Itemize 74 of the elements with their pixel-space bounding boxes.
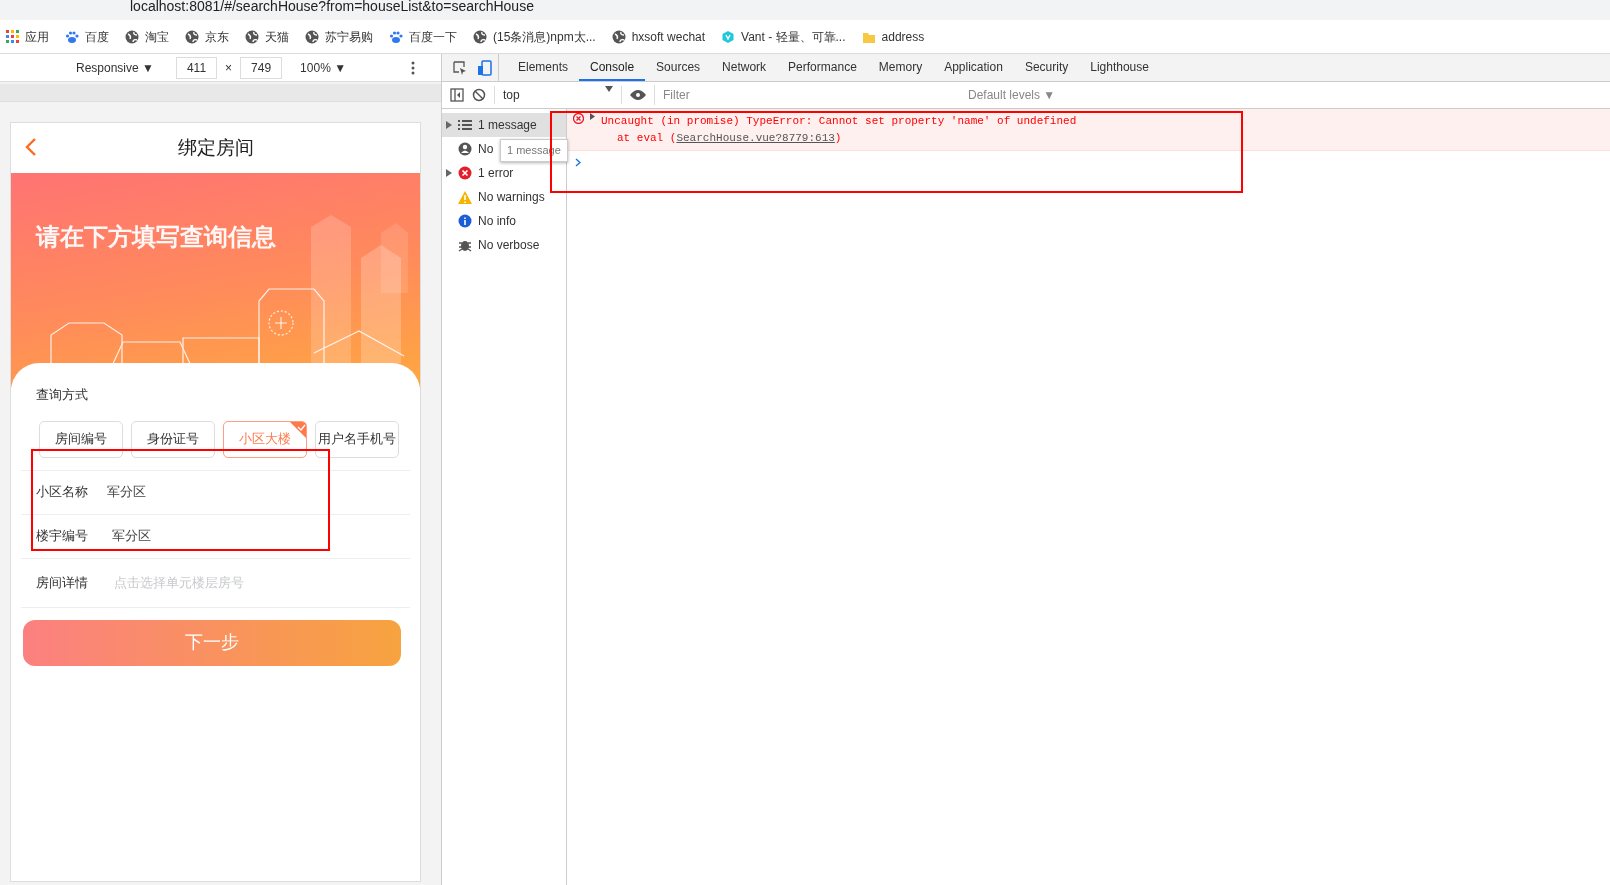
banner-heading: 请在下方填写查询信息 <box>36 222 276 252</box>
bookmark-link[interactable]: address <box>861 27 925 46</box>
globe-icon <box>611 29 626 44</box>
bookmark-link[interactable]: 淘宝 <box>125 27 169 46</box>
bookmark-link[interactable]: 苏宁易购 <box>305 27 373 46</box>
expand-arrow-icon <box>446 121 452 129</box>
more-options-icon[interactable] <box>411 60 415 75</box>
log-levels-dropdown[interactable]: Default levels ▼ <box>968 86 1056 104</box>
device-toggle-icon[interactable] <box>477 59 493 76</box>
globe-icon <box>245 29 259 44</box>
page-title: 绑定房间 <box>177 136 254 160</box>
checkmark-icon <box>289 421 306 439</box>
bookmark-link[interactable]: 天猫 <box>245 27 289 46</box>
list-icon <box>458 120 472 130</box>
query-tab[interactable]: 身份证号 <box>131 420 215 458</box>
eye-icon[interactable] <box>630 90 646 100</box>
globe-icon <box>305 29 319 44</box>
globe-icon <box>125 29 139 44</box>
sidebar-toggle-icon[interactable] <box>450 88 464 102</box>
devtools-tab[interactable]: Sources <box>645 54 712 81</box>
bookmark-link[interactable]: (15条消息)npm太... <box>473 27 596 46</box>
field-label: 小区名称 <box>35 483 89 502</box>
error-message: Uncaught (in promise) TypeError: Cannot set property 'name' of undefined <box>601 114 1077 129</box>
devtools-tab[interactable]: Performance <box>777 54 868 81</box>
devtools-tab[interactable]: Security <box>1013 54 1080 81</box>
console-filter-item[interactable]: 1 error <box>442 161 566 185</box>
bookmark-link[interactable]: 百度一下 <box>389 27 457 46</box>
devtools-tab[interactable]: Application <box>933 54 1014 81</box>
console-filter-item[interactable]: 1 message <box>442 113 566 137</box>
section-label: 查询方式 <box>36 386 89 404</box>
devtools-tab[interactable]: Memory <box>867 54 934 81</box>
query-tab[interactable]: 用户名手机号 <box>315 420 399 458</box>
field-label: 楼宇编号 <box>35 527 89 546</box>
field-label: 房间详情 <box>35 573 89 592</box>
devtools-tab[interactable]: Elements <box>507 54 580 81</box>
console-filter-item[interactable]: No info <box>442 209 566 233</box>
paw-icon <box>65 29 79 44</box>
width-field[interactable]: 411 <box>175 56 218 79</box>
times-sign: × <box>225 59 233 77</box>
field-value[interactable]: 军分区 <box>112 526 151 546</box>
devtools-tab[interactable]: Network <box>711 54 778 81</box>
globe-icon <box>473 29 487 44</box>
paw-icon <box>389 29 403 44</box>
bookmark-link[interactable]: Vant - 轻量、可靠... <box>721 27 846 46</box>
expand-arrow-icon <box>446 169 452 177</box>
height-field[interactable]: 749 <box>240 56 283 79</box>
bookmark-link[interactable]: 应用 <box>6 27 49 46</box>
hexagon-logo-icon <box>721 29 736 44</box>
context-selector[interactable]: top <box>494 86 622 104</box>
bookmark-link[interactable]: 京东 <box>185 27 229 46</box>
warning-icon <box>458 190 472 204</box>
source-link[interactable]: SearchHouse.vue?8779:613 <box>676 131 835 144</box>
clear-console-icon[interactable] <box>472 88 486 102</box>
field-value[interactable]: 军分区 <box>107 482 146 502</box>
zoom-dropdown[interactable]: 100% ▼ <box>300 58 346 77</box>
devtools-tab[interactable]: Lighthouse <box>1079 54 1160 81</box>
device-mode-dropdown[interactable]: Responsive ▼ <box>76 58 154 77</box>
dropdown-caret-icon <box>605 86 613 92</box>
bookmark-link[interactable]: 百度 <box>65 27 109 46</box>
error-icon <box>573 113 584 124</box>
error-icon <box>458 166 472 180</box>
expand-arrow-icon[interactable] <box>590 113 595 120</box>
console-filter-item[interactable]: No verbose <box>442 233 566 257</box>
info-icon <box>458 214 472 228</box>
apps-grid-icon <box>6 30 19 43</box>
prompt-chevron-icon[interactable] <box>575 158 581 168</box>
inspect-element-icon[interactable] <box>453 60 467 75</box>
query-tab[interactable]: 房间编号 <box>39 420 123 458</box>
user-icon <box>458 142 472 156</box>
stack-trace-line: at eval (SearchHouse.vue?8779:613) <box>616 130 843 146</box>
bookmark-link[interactable]: hxsoft wechat <box>611 27 706 46</box>
globe-icon <box>185 29 199 44</box>
console-filter-item[interactable]: No warnings <box>442 185 566 209</box>
bug-icon <box>458 238 472 252</box>
